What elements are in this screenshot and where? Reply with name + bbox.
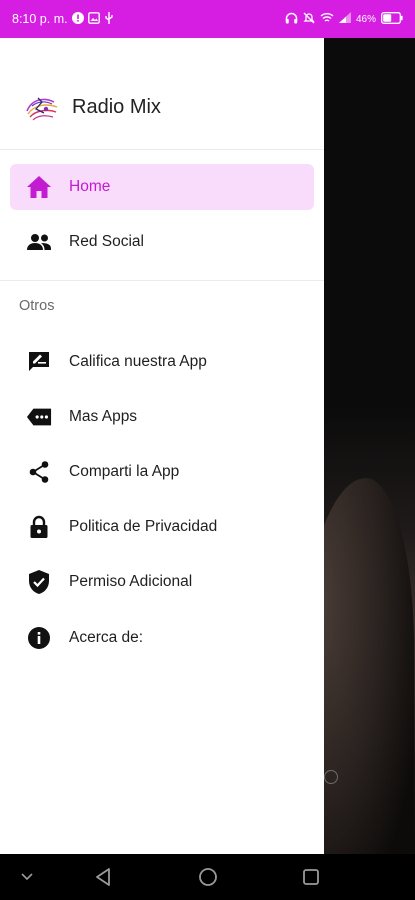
menu-item-home[interactable]: Home bbox=[10, 164, 314, 210]
menu-item-label: Comparti la App bbox=[69, 463, 180, 480]
menu-item-rate-app[interactable]: Califica nuestra App bbox=[10, 339, 314, 385]
usb-icon bbox=[104, 11, 114, 27]
battery-percent: 46% bbox=[355, 13, 376, 25]
menu-item-label: Mas Apps bbox=[69, 408, 138, 425]
hide-keyboard-chevron-icon[interactable] bbox=[16, 866, 38, 888]
drawer-header: Radio Mix bbox=[0, 38, 324, 150]
system-navigation-bar bbox=[0, 854, 415, 900]
back-button-icon[interactable] bbox=[92, 866, 114, 888]
gallery-icon bbox=[87, 11, 100, 27]
more-apps-icon bbox=[26, 404, 52, 430]
menu-item-label: Red Social bbox=[69, 233, 144, 250]
status-bar: 8:10 p. m. 46% bbox=[0, 0, 415, 38]
menu-item-about[interactable]: Acerca de: bbox=[10, 615, 314, 661]
alert-icon bbox=[71, 11, 84, 27]
app-title: Radio Mix bbox=[72, 96, 161, 118]
menu-item-label: Califica nuestra App bbox=[69, 353, 207, 370]
recents-button-icon[interactable] bbox=[300, 866, 322, 888]
background-image bbox=[324, 478, 414, 854]
battery-icon bbox=[381, 11, 403, 27]
menu-item-label: Home bbox=[69, 178, 111, 195]
menu-item-label: Politica de Privacidad bbox=[69, 518, 218, 535]
people-icon bbox=[26, 229, 52, 255]
home-icon bbox=[26, 174, 52, 200]
status-left: 8:10 p. m. bbox=[12, 11, 114, 27]
menu-item-privacy-policy[interactable]: Politica de Privacidad bbox=[10, 504, 314, 550]
menu-item-more-apps[interactable]: Mas Apps bbox=[10, 394, 314, 440]
mute-bell-icon bbox=[303, 12, 315, 27]
rate-review-icon bbox=[26, 349, 52, 375]
verified-shield-icon bbox=[26, 569, 52, 595]
menu-item-label: Permiso Adicional bbox=[69, 573, 193, 590]
wifi-icon bbox=[320, 12, 334, 26]
menu-item-red-social[interactable]: Red Social bbox=[10, 219, 314, 265]
home-button-icon[interactable] bbox=[197, 866, 219, 888]
content-backdrop[interactable] bbox=[324, 38, 415, 854]
status-time: 8:10 p. m. bbox=[12, 12, 68, 26]
signal-icon bbox=[338, 12, 351, 26]
info-icon bbox=[26, 625, 52, 651]
section-title-otros: Otros bbox=[19, 298, 55, 314]
lock-icon bbox=[26, 514, 52, 540]
menu-item-additional-permission[interactable]: Permiso Adicional bbox=[10, 559, 314, 605]
menu-divider bbox=[0, 280, 324, 281]
headphones-icon bbox=[285, 12, 298, 27]
share-icon bbox=[26, 459, 52, 485]
menu-item-share-app[interactable]: Comparti la App bbox=[10, 449, 314, 495]
status-right: 46% bbox=[285, 11, 403, 27]
app-logo-icon bbox=[24, 93, 60, 125]
menu-item-label: Acerca de: bbox=[69, 629, 144, 646]
navigation-drawer: Radio Mix Home Red Social Otros Califica… bbox=[0, 38, 324, 854]
background-ring bbox=[324, 770, 338, 784]
